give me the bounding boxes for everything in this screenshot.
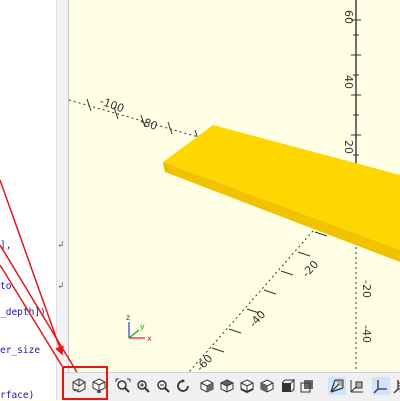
axis-label: 60 — [342, 10, 355, 24]
show-scale-button[interactable] — [392, 377, 400, 395]
code-line: rface) — [0, 390, 35, 400]
show-scale-icon — [393, 380, 400, 394]
axis-label: -100 — [98, 95, 126, 116]
code-line: _depth]) — [0, 307, 46, 318]
mini-axis-z-label: z — [126, 313, 130, 322]
mini-axes-indicator: z y x — [126, 313, 152, 343]
code-line: to — [0, 281, 12, 292]
show-axes-icon — [373, 380, 387, 394]
axis-label: -20 — [300, 258, 322, 280]
mini-axis-x-label: x — [147, 334, 152, 343]
view-bottom-button[interactable] — [238, 377, 256, 395]
object-top-face — [163, 125, 400, 250]
show-axes-button[interactable] — [372, 377, 390, 395]
orthogonal-icon — [350, 380, 363, 393]
view-back-icon — [300, 380, 313, 393]
axis-label: -40 — [360, 325, 373, 343]
view-left-icon — [260, 379, 274, 393]
view-right-button[interactable] — [198, 377, 216, 395]
view-right-icon — [200, 379, 214, 393]
view-left-button[interactable] — [258, 377, 276, 395]
wrap-marker: ↲ — [58, 345, 64, 355]
axis-label: 40 — [342, 75, 355, 89]
3d-viewport[interactable]: -100 -80 60 40 20 -20 -40 -60 -20 -40 z … — [69, 0, 400, 372]
zoom-in-icon — [137, 380, 150, 393]
perspective-icon — [330, 379, 344, 393]
wrap-marker: ↲ — [58, 281, 64, 291]
view-toolbar — [64, 372, 400, 401]
perspective-button[interactable] — [328, 377, 346, 395]
zoom-out-icon — [157, 380, 170, 393]
annotation-highlight-box — [62, 366, 108, 400]
view-top-icon — [219, 379, 235, 393]
view-all-icon — [115, 378, 131, 393]
code-editor[interactable]: ], ↲ to ↲ _depth]) er_size ↲ rface) — [0, 0, 69, 400]
wrap-marker: ↲ — [58, 240, 64, 250]
axis-label: 20 — [342, 140, 355, 154]
code-line: ], — [0, 240, 12, 251]
reset-view-button[interactable] — [174, 377, 192, 395]
mini-axis-y-label: y — [140, 322, 145, 331]
zoom-out-button[interactable] — [154, 377, 172, 395]
view-top-button[interactable] — [218, 377, 236, 395]
zoom-in-button[interactable] — [134, 377, 152, 395]
view-front-button[interactable] — [278, 377, 296, 395]
axis-label: -60 — [194, 352, 216, 372]
view-front-icon — [281, 378, 295, 393]
reset-view-icon — [177, 379, 189, 392]
orthogonal-button[interactable] — [348, 377, 366, 395]
view-all-button[interactable] — [114, 377, 132, 395]
view-back-button[interactable] — [298, 377, 316, 395]
viewport-canvas: -100 -80 60 40 20 -20 -40 -60 -20 -40 z … — [69, 0, 400, 372]
editor-wrap-gutter — [56, 0, 68, 400]
axis-label: -20 — [360, 280, 373, 298]
axis-label: -80 — [138, 115, 159, 133]
axis-label: -40 — [247, 308, 269, 330]
code-line: er_size — [0, 345, 41, 356]
view-bottom-icon — [240, 379, 254, 394]
